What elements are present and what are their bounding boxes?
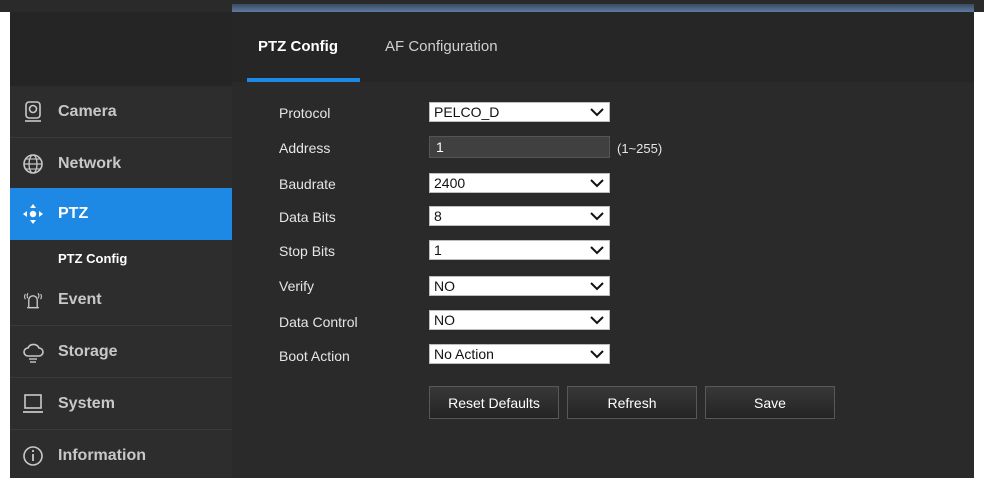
sidebar: Camera Network PTZ PTZ Config Event Stor… xyxy=(10,12,246,478)
sidebar-item-label: Event xyxy=(58,290,102,308)
sidebar-item-event[interactable]: Event xyxy=(10,274,232,326)
verify-select[interactable]: NO xyxy=(429,276,610,296)
verify-label: Verify xyxy=(279,278,315,294)
chevron-down-icon xyxy=(590,316,604,325)
save-button[interactable]: Save xyxy=(705,386,835,419)
chevron-down-icon xyxy=(590,212,604,221)
data-bits-value: 8 xyxy=(434,208,442,224)
boot-action-select[interactable]: No Action xyxy=(429,344,610,364)
sidebar-item-label: Network xyxy=(58,154,122,172)
sidebar-item-network[interactable]: Network xyxy=(10,138,232,190)
ptz-directional-icon xyxy=(22,203,44,225)
protocol-select[interactable]: PELCO_D xyxy=(429,102,610,122)
main-panel: PTZ Config AF Configuration Protocol PEL… xyxy=(232,12,974,478)
storage-cloud-icon xyxy=(22,341,44,363)
sidebar-item-label: System xyxy=(58,394,115,412)
sidebar-item-ptz[interactable]: PTZ xyxy=(10,188,246,240)
stop-bits-label: Stop Bits xyxy=(279,243,336,259)
stop-bits-select[interactable]: 1 xyxy=(429,240,610,260)
information-icon xyxy=(22,445,44,467)
sidebar-item-label: Information xyxy=(58,447,146,464)
address-label: Address xyxy=(279,140,331,156)
refresh-button[interactable]: Refresh xyxy=(567,386,697,419)
boot-action-label: Boot Action xyxy=(279,348,350,364)
sidebar-header xyxy=(10,12,232,86)
active-tab-indicator xyxy=(247,78,360,82)
data-control-select[interactable]: NO xyxy=(429,310,610,330)
top-accent-bar xyxy=(232,4,974,12)
address-input[interactable]: 1 xyxy=(429,136,610,158)
tab-af-configuration[interactable]: AF Configuration xyxy=(385,38,498,55)
data-bits-label: Data Bits xyxy=(279,209,336,225)
tab-bar: PTZ Config AF Configuration xyxy=(232,12,974,82)
data-control-value: NO xyxy=(434,312,455,328)
chevron-down-icon xyxy=(590,282,604,291)
protocol-label: Protocol xyxy=(279,105,331,121)
baudrate-select[interactable]: 2400 xyxy=(429,173,610,193)
sidebar-item-information[interactable]: Information xyxy=(10,430,232,482)
verify-value: NO xyxy=(434,278,455,294)
reset-defaults-button[interactable]: Reset Defaults xyxy=(429,386,559,419)
sidebar-item-system[interactable]: System xyxy=(10,378,232,430)
sidebar-subitem-ptz-config[interactable]: PTZ Config xyxy=(10,242,232,274)
sidebar-item-storage[interactable]: Storage xyxy=(10,326,232,378)
sidebar-item-label: Storage xyxy=(58,342,118,360)
baudrate-label: Baudrate xyxy=(279,176,336,192)
protocol-value: PELCO_D xyxy=(434,104,500,120)
chevron-down-icon xyxy=(590,350,604,359)
tab-ptz-config[interactable]: PTZ Config xyxy=(258,38,338,55)
chevron-down-icon xyxy=(590,246,604,255)
sidebar-item-label: Camera xyxy=(58,102,117,120)
camera-icon xyxy=(22,100,44,123)
chevron-down-icon xyxy=(590,179,604,188)
boot-action-value: No Action xyxy=(434,346,494,362)
stop-bits-value: 1 xyxy=(434,242,442,258)
network-globe-icon xyxy=(22,153,44,175)
data-bits-select[interactable]: 8 xyxy=(429,206,610,226)
baudrate-value: 2400 xyxy=(434,175,466,191)
chevron-down-icon xyxy=(590,108,604,117)
system-monitor-icon xyxy=(22,393,44,415)
data-control-label: Data Control xyxy=(279,314,358,330)
sidebar-item-label: PTZ xyxy=(58,205,89,222)
sidebar-item-camera[interactable]: Camera xyxy=(10,86,232,138)
top-strip xyxy=(0,0,984,12)
event-alarm-icon xyxy=(22,289,44,311)
address-range-hint: (1~255) xyxy=(617,141,663,156)
